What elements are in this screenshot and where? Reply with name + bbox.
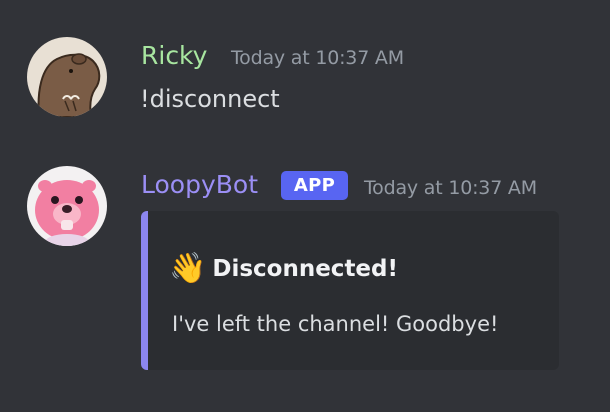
- loopy-avatar-icon: [27, 166, 107, 246]
- embed-title: 👋 Disconnected!: [169, 251, 398, 287]
- embed-accent-bar: [141, 211, 148, 370]
- message-embed: 👋 Disconnected! I've left the channel! G…: [141, 211, 559, 370]
- waving-hand-icon: 👋: [169, 251, 207, 286]
- embed-description: I've left the channel! Goodbye!: [172, 312, 499, 336]
- message-timestamp: Today at 10:37 AM: [364, 177, 537, 199]
- capybara-avatar-icon: [27, 37, 107, 117]
- loopybot-avatar[interactable]: [27, 166, 107, 246]
- ricky-avatar[interactable]: [27, 37, 107, 117]
- app-badge: APP: [281, 171, 348, 200]
- embed-title-text: Disconnected!: [212, 256, 398, 282]
- author-name-loopybot[interactable]: LoopyBot: [141, 170, 258, 200]
- message-timestamp: Today at 10:37 AM: [231, 47, 404, 69]
- author-name-ricky[interactable]: Ricky: [141, 41, 207, 71]
- message-content: !disconnect: [140, 85, 280, 113]
